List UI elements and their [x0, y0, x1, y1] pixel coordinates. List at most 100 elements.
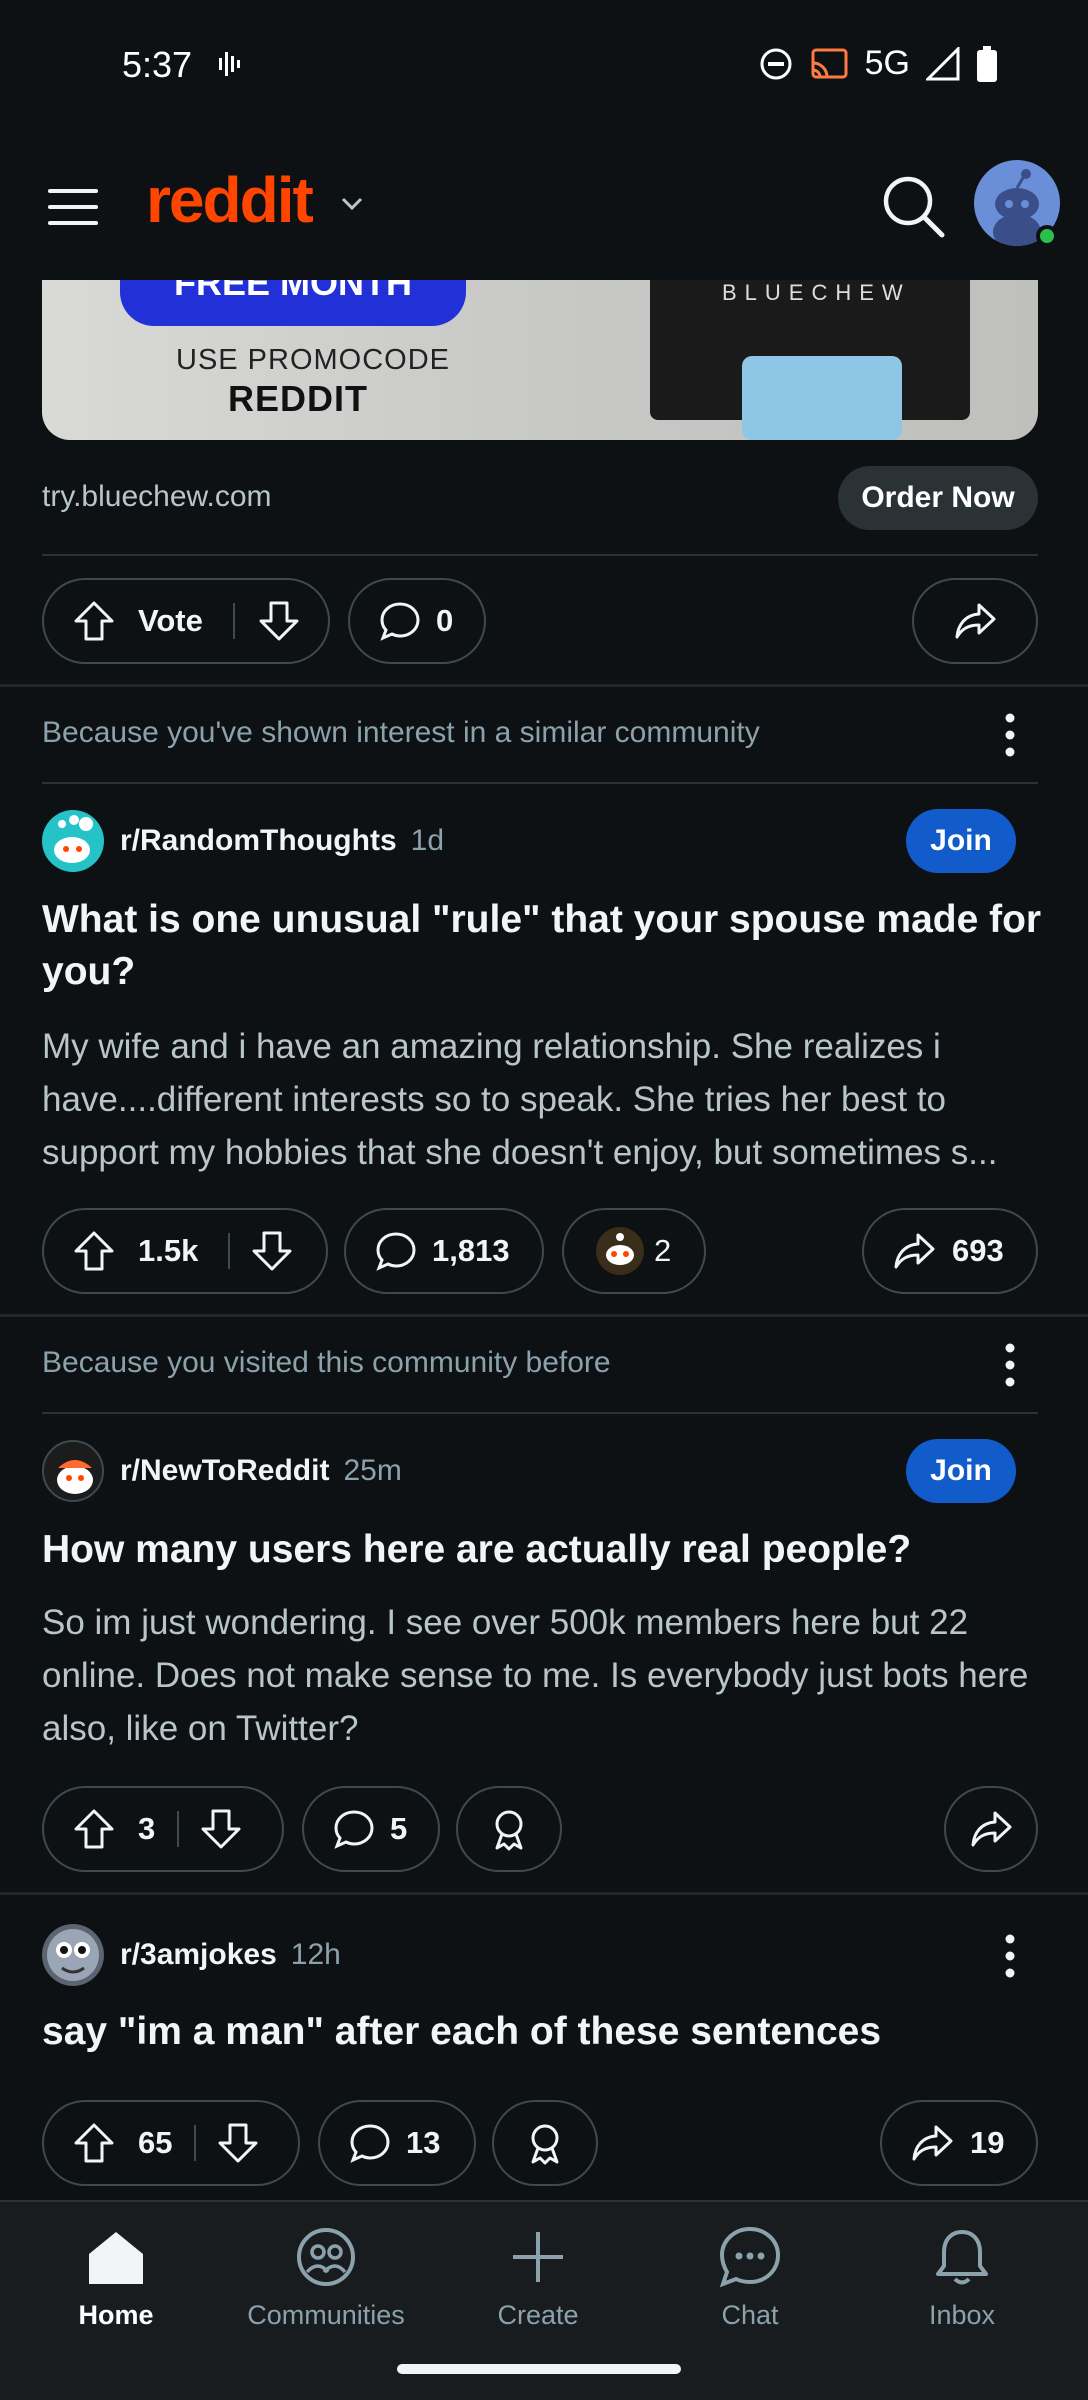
chevron-down-icon[interactable]: [338, 190, 366, 218]
ad-image-promo-line2: REDDIT: [228, 378, 368, 419]
post-separator: [0, 1314, 1088, 1317]
upvote-icon[interactable]: [72, 1229, 116, 1273]
feed[interactable]: FREE MONTH USE PROMOCODE REDDIT BLUECHEW…: [0, 280, 1088, 2200]
vote-divider: [232, 603, 235, 639]
more-options-icon[interactable]: [990, 1340, 1030, 1390]
comment-count: 5: [390, 1811, 408, 1846]
ad-image[interactable]: FREE MONTH USE PROMOCODE REDDIT BLUECHEW: [42, 280, 1038, 440]
plus-icon: [513, 2232, 563, 2282]
nav-create[interactable]: Create: [448, 2224, 628, 2331]
more-options-icon[interactable]: [990, 710, 1030, 760]
post-title[interactable]: say "im a man" after each of these sente…: [42, 2006, 1042, 2058]
nav-home[interactable]: Home: [26, 2224, 206, 2331]
reddit-logo[interactable]: reddit: [146, 163, 314, 237]
post-age: 1d: [410, 824, 445, 857]
subreddit-name[interactable]: r/NewToReddit 25m: [120, 1454, 402, 1488]
recommendation-reason: Because you visited this community befor…: [42, 1346, 611, 1379]
post-body[interactable]: My wife and i have an amazing relationsh…: [42, 1020, 1047, 1179]
divider: [42, 782, 1038, 784]
share-count: 19: [970, 2125, 1005, 2160]
share-icon: [894, 1233, 935, 1269]
nav-communities-label: Communities: [247, 2300, 405, 2330]
share-button[interactable]: [944, 1786, 1038, 1872]
award-button[interactable]: [492, 2100, 598, 2186]
snoo-thinking-icon: [54, 815, 93, 863]
comment-icon: [376, 1232, 416, 1271]
status-bar: 5:37 5G: [0, 0, 1088, 135]
subreddit-label: r/3amjokes: [120, 1938, 277, 1971]
status-time: 5:37: [122, 44, 193, 85]
comment-icon: [350, 2124, 390, 2163]
share-button[interactable]: 693: [862, 1208, 1038, 1294]
nav-inbox-label: Inbox: [928, 2300, 996, 2330]
vote-control: 65: [42, 2100, 300, 2186]
comments-button[interactable]: 0: [348, 578, 486, 664]
share-icon: [912, 2125, 953, 2161]
subreddit-icon[interactable]: [42, 1440, 104, 1502]
vote-divider: [177, 1811, 180, 1847]
hamburger-menu-icon[interactable]: [46, 185, 100, 229]
upvote-icon[interactable]: [72, 1807, 116, 1851]
vote-control: 1.5k: [42, 1208, 328, 1294]
share-button[interactable]: 19: [880, 2100, 1038, 2186]
signal-icon: [926, 46, 960, 80]
nav-communities[interactable]: Communities: [236, 2224, 416, 2331]
comment-icon: [334, 1810, 374, 1849]
more-options-icon[interactable]: [990, 1931, 1030, 1981]
divider: [42, 1412, 1038, 1414]
vote-count: 3: [138, 1811, 156, 1846]
subreddit-name[interactable]: r/3amjokes 12h: [120, 1938, 341, 1972]
vote-count: 65: [138, 2125, 173, 2160]
comment-count: 13: [406, 2125, 441, 2160]
comment-count: 0: [436, 603, 454, 638]
upvote-icon[interactable]: [72, 2121, 116, 2165]
join-button[interactable]: Join: [906, 1439, 1016, 1503]
award-count: 2: [654, 1233, 672, 1268]
vote-divider: [228, 1233, 231, 1269]
chat-icon: [719, 2226, 781, 2288]
vote-control: Vote: [42, 578, 330, 664]
upvote-icon[interactable]: [72, 599, 116, 643]
share-icon: [955, 603, 996, 639]
share-icon: [971, 1811, 1012, 1847]
subreddit-label: r/RandomThoughts: [120, 824, 397, 857]
nav-inbox[interactable]: Inbox: [872, 2224, 1052, 2331]
snoo-newbie-icon: [57, 1460, 93, 1494]
award-button[interactable]: [456, 1786, 562, 1872]
post-title[interactable]: How many users here are actually real pe…: [42, 1524, 1042, 1576]
downvote-icon[interactable]: [199, 1807, 243, 1851]
ad-image-box: [742, 356, 902, 440]
downvote-icon[interactable]: [257, 599, 301, 643]
app-header: reddit: [0, 135, 1088, 280]
order-now-button[interactable]: Order Now: [838, 466, 1038, 530]
owl-face-icon: [47, 1929, 99, 1981]
post-body[interactable]: So im just wondering. I see over 500k me…: [42, 1596, 1047, 1755]
award-button[interactable]: 2: [562, 1208, 706, 1294]
comments-button[interactable]: 1,813: [344, 1208, 544, 1294]
downvote-icon[interactable]: [250, 1229, 294, 1273]
search-icon[interactable]: [880, 173, 946, 239]
subreddit-name[interactable]: r/RandomThoughts 1d: [120, 824, 444, 858]
do-not-disturb-icon: [760, 48, 792, 79]
ad-domain[interactable]: try.bluechew.com: [42, 480, 272, 514]
downvote-icon[interactable]: [216, 2121, 260, 2165]
vote-divider: [194, 2125, 197, 2161]
subreddit-icon[interactable]: [42, 810, 104, 872]
vote-label: Vote: [138, 603, 203, 638]
home-indicator[interactable]: [397, 2364, 681, 2374]
post-separator: [0, 684, 1088, 687]
join-button[interactable]: Join: [906, 809, 1016, 873]
ad-image-promo-line1: USE PROMOCODE: [176, 344, 451, 376]
share-count: 693: [952, 1233, 1004, 1268]
nav-chat[interactable]: Chat: [660, 2224, 840, 2331]
comments-button[interactable]: 13: [318, 2100, 476, 2186]
comments-button[interactable]: 5: [302, 1786, 440, 1872]
post-age: 12h: [290, 1938, 341, 1971]
nav-home-label: Home: [78, 2300, 154, 2330]
ad-image-shirt-text: BLUECHEW: [722, 280, 911, 305]
ad-image-pill: FREE MONTH: [120, 280, 466, 326]
post-title[interactable]: What is one unusual "rule" that your spo…: [42, 894, 1042, 998]
share-button[interactable]: [912, 578, 1038, 664]
online-status-dot: [1036, 225, 1058, 247]
subreddit-icon[interactable]: [42, 1924, 104, 1986]
